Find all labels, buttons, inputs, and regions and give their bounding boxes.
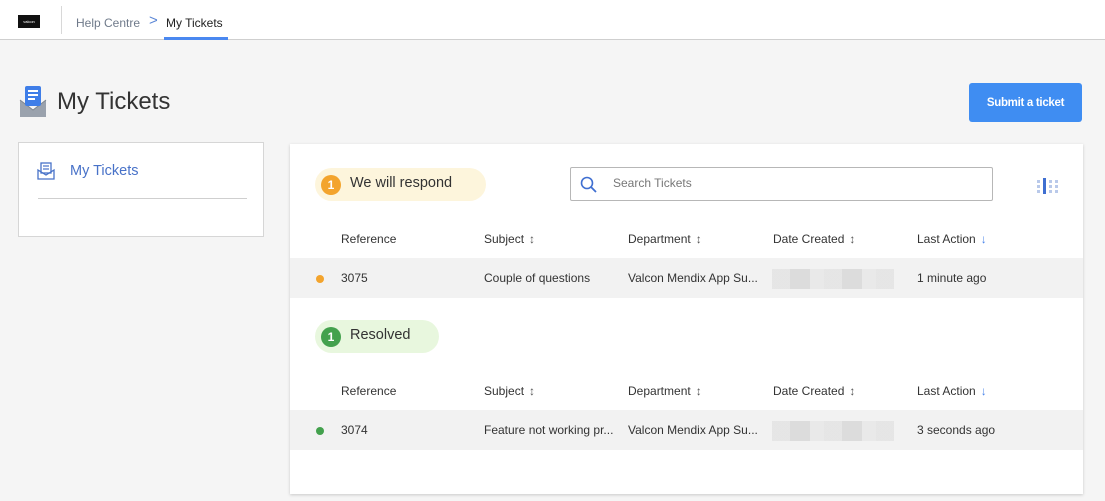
- ticket-reference: 3075: [341, 271, 368, 285]
- breadcrumb-help-centre[interactable]: Help Centre: [76, 16, 140, 30]
- column-header-label: Date Created: [773, 384, 845, 398]
- column-header-department[interactable]: Department ↕: [628, 384, 702, 398]
- group-count-badge: 1: [321, 327, 341, 347]
- column-header-subject[interactable]: Subject ↕: [484, 384, 535, 398]
- valcon-logo[interactable]: valcon: [18, 15, 40, 28]
- column-header-label: Last Action: [917, 232, 976, 246]
- active-breadcrumb-indicator: [164, 37, 228, 40]
- ticket-subject: Feature not working pr...: [484, 423, 614, 437]
- column-header-date-created[interactable]: Date Created ↕: [773, 232, 855, 246]
- column-header-label: Department: [628, 232, 691, 246]
- sort-icon: ↕: [529, 384, 536, 398]
- column-header-date-created[interactable]: Date Created ↕: [773, 384, 855, 398]
- tickets-card: 1 We will respond Reference Subject ↕ Dep…: [290, 144, 1083, 494]
- submit-ticket-button[interactable]: Submit a ticket: [969, 83, 1082, 122]
- sort-icon: ↕: [695, 384, 702, 398]
- column-header-last-action[interactable]: Last Action ↓: [917, 232, 987, 246]
- column-header-department[interactable]: Department ↕: [628, 232, 702, 246]
- group-label: Resolved: [350, 327, 411, 343]
- column-header-subject[interactable]: Subject ↕: [484, 232, 535, 246]
- column-header-label: Subject: [484, 384, 525, 398]
- column-header-label: Department: [628, 384, 691, 398]
- column-header-reference: Reference: [341, 384, 397, 398]
- sort-icon: ↕: [529, 232, 536, 246]
- group-label: We will respond: [350, 175, 453, 191]
- column-header-label: Last Action: [917, 384, 976, 398]
- group-resolved[interactable]: 1 Resolved: [315, 320, 439, 353]
- column-header-label: Subject: [484, 232, 525, 246]
- sort-descending-icon: ↓: [980, 384, 987, 398]
- breadcrumb-my-tickets[interactable]: My Tickets: [166, 16, 223, 30]
- column-header-label: Date Created: [773, 232, 845, 246]
- page-title: My Tickets: [57, 88, 171, 115]
- sort-icon: ↕: [849, 384, 856, 398]
- date-created-redacted: [772, 421, 894, 441]
- tickets-page-icon: [19, 86, 47, 117]
- top-bar: valcon Help Centre > My Tickets: [0, 0, 1105, 40]
- sidebar-item-my-tickets[interactable]: My Tickets: [70, 163, 138, 179]
- ticket-department: Valcon Mendix App Su...: [628, 271, 758, 285]
- sidebar-divider: [38, 198, 247, 199]
- search-box: [570, 167, 993, 201]
- ticket-last-action: 1 minute ago: [917, 271, 987, 285]
- tickets-envelope-icon: [37, 162, 55, 180]
- search-input[interactable]: [613, 176, 973, 190]
- table-row[interactable]: 3074 Feature not working pr... Valcon Me…: [290, 410, 1083, 450]
- sort-icon: ↕: [849, 232, 856, 246]
- group-count-badge: 1: [321, 175, 341, 195]
- date-created-redacted: [772, 269, 894, 289]
- column-header-last-action[interactable]: Last Action ↓: [917, 384, 987, 398]
- ticket-subject: Couple of questions: [484, 271, 591, 285]
- topbar-divider: [61, 6, 62, 34]
- column-header-reference: Reference: [341, 232, 397, 246]
- breadcrumb-separator: >: [149, 12, 158, 29]
- sidebar: My Tickets: [18, 142, 264, 237]
- search-icon: [580, 176, 597, 193]
- status-dot: [316, 275, 324, 283]
- table-row[interactable]: 3075 Couple of questions Valcon Mendix A…: [290, 258, 1083, 298]
- status-dot: [316, 427, 324, 435]
- group-we-will-respond[interactable]: 1 We will respond: [315, 168, 486, 201]
- ticket-reference: 3074: [341, 423, 368, 437]
- column-settings-icon[interactable]: [1037, 178, 1059, 194]
- sort-icon: ↕: [695, 232, 702, 246]
- sort-descending-icon: ↓: [980, 232, 987, 246]
- ticket-last-action: 3 seconds ago: [917, 423, 996, 437]
- ticket-department: Valcon Mendix App Su...: [628, 423, 758, 437]
